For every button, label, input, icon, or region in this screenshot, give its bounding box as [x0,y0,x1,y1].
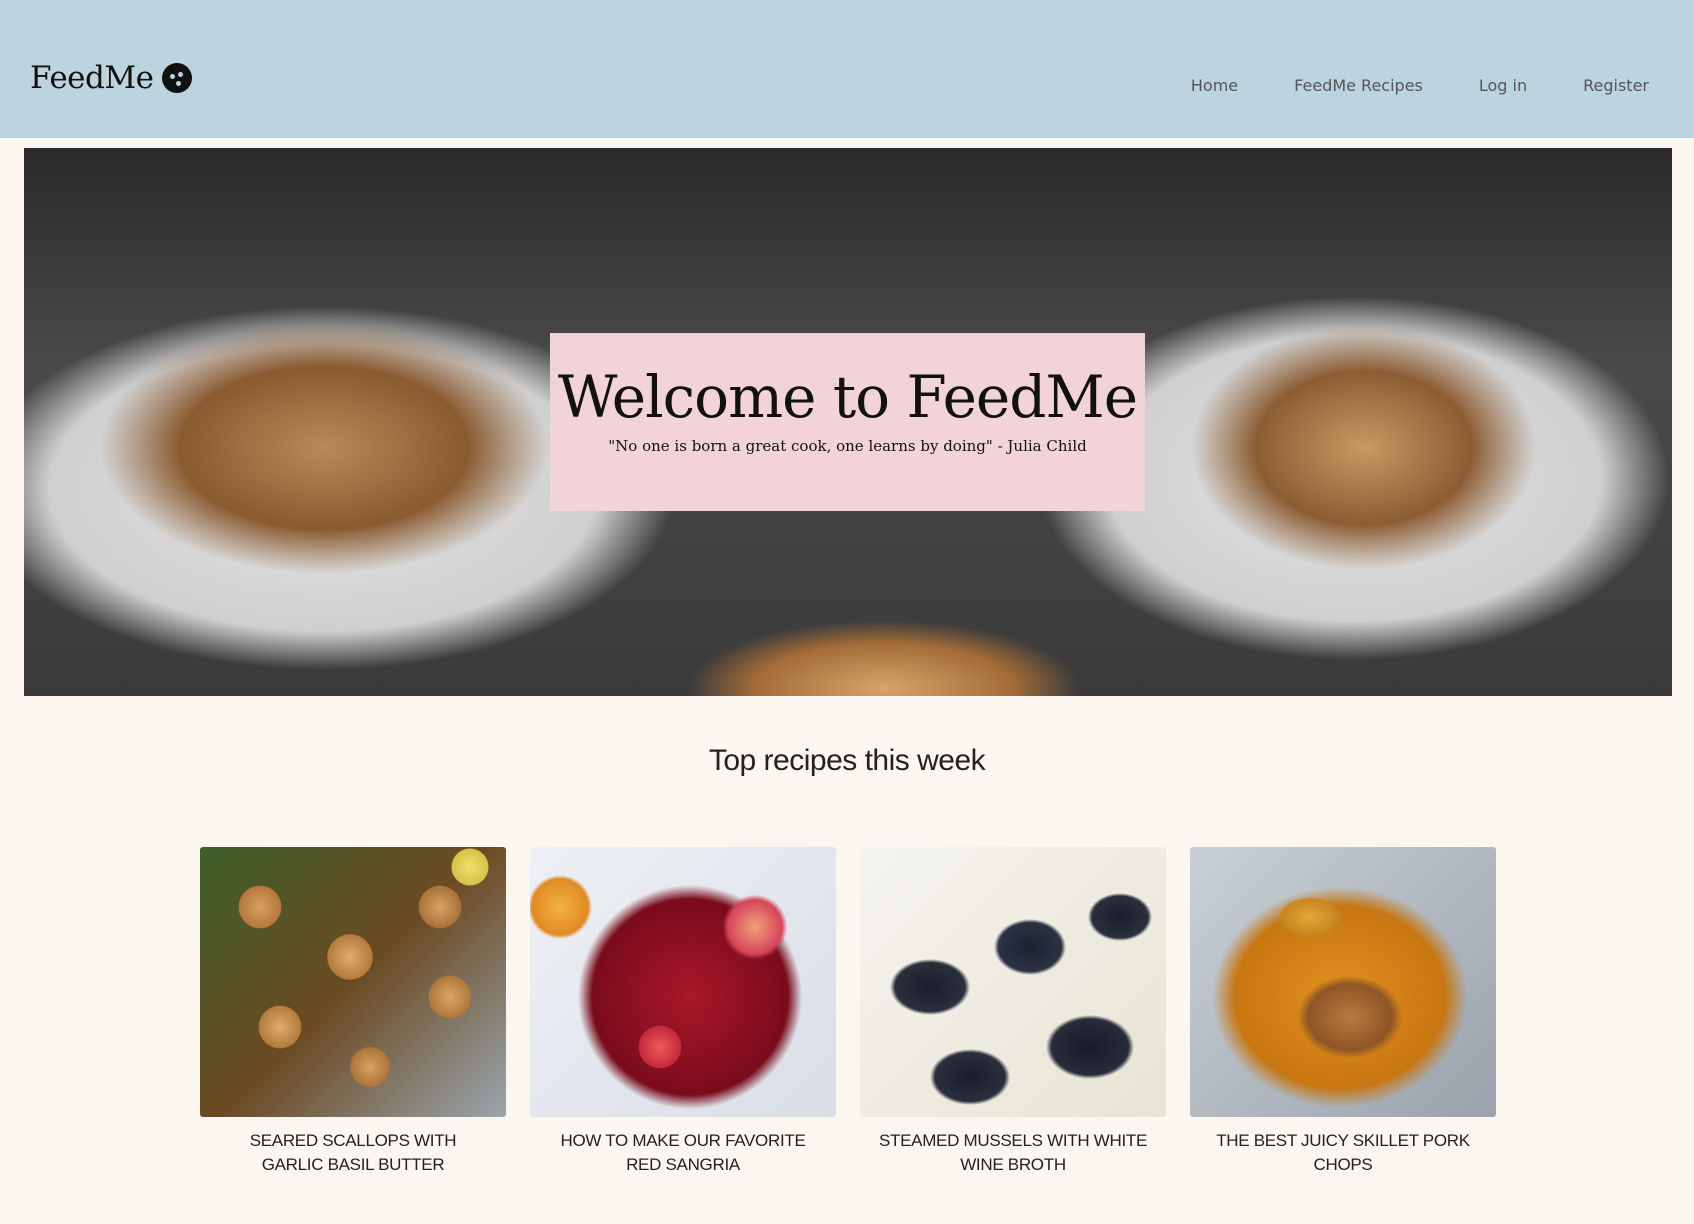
recipe-card[interactable]: THE BEST JUICY SKILLET PORK CHOPS [1190,847,1496,1177]
brand-name: FeedMe [30,60,154,96]
brand-logo[interactable]: FeedMe [30,60,193,96]
recipe-image[interactable] [530,847,836,1117]
top-recipes-title: Top recipes this week [708,744,986,777]
recipe-image[interactable] [1190,847,1496,1117]
hero-banner-image: Welcome to FeedMe "No one is born a grea… [24,148,1672,696]
site-header: FeedMe Home FeedMe Recipes Log in Regist… [0,0,1694,138]
smiley-face-icon [162,63,193,93]
main-nav: Home FeedMe Recipes Log in Register [1191,76,1649,95]
recipe-image[interactable] [860,847,1166,1117]
recipe-image[interactable] [200,847,506,1117]
welcome-title: Welcome to FeedMe [557,363,1138,431]
recipe-caption[interactable]: STEAMED MUSSELS WITH WHITE WINE BROTH [860,1129,1166,1177]
recipe-card[interactable]: HOW TO MAKE OUR FAVORITE RED SANGRIA [530,847,836,1177]
recipe-cards: SEARED SCALLOPS WITH GARLIC BASIL BUTTER… [200,847,1496,1177]
recipe-card[interactable]: STEAMED MUSSELS WITH WHITE WINE BROTH [860,847,1166,1177]
recipe-caption[interactable]: HOW TO MAKE OUR FAVORITE RED SANGRIA [530,1129,836,1177]
nav-home-link[interactable]: Home [1191,76,1238,95]
recipe-card[interactable]: SEARED SCALLOPS WITH GARLIC BASIL BUTTER [200,847,506,1177]
nav-register-link[interactable]: Register [1583,76,1649,95]
nav-login-link[interactable]: Log in [1479,76,1527,95]
recipe-caption[interactable]: THE BEST JUICY SKILLET PORK CHOPS [1190,1129,1496,1177]
recipe-caption[interactable]: SEARED SCALLOPS WITH GARLIC BASIL BUTTER [200,1129,506,1177]
welcome-quote: "No one is born a great cook, one learns… [608,437,1087,455]
welcome-box: Welcome to FeedMe "No one is born a grea… [550,333,1145,511]
nav-recipes-link[interactable]: FeedMe Recipes [1294,76,1423,95]
